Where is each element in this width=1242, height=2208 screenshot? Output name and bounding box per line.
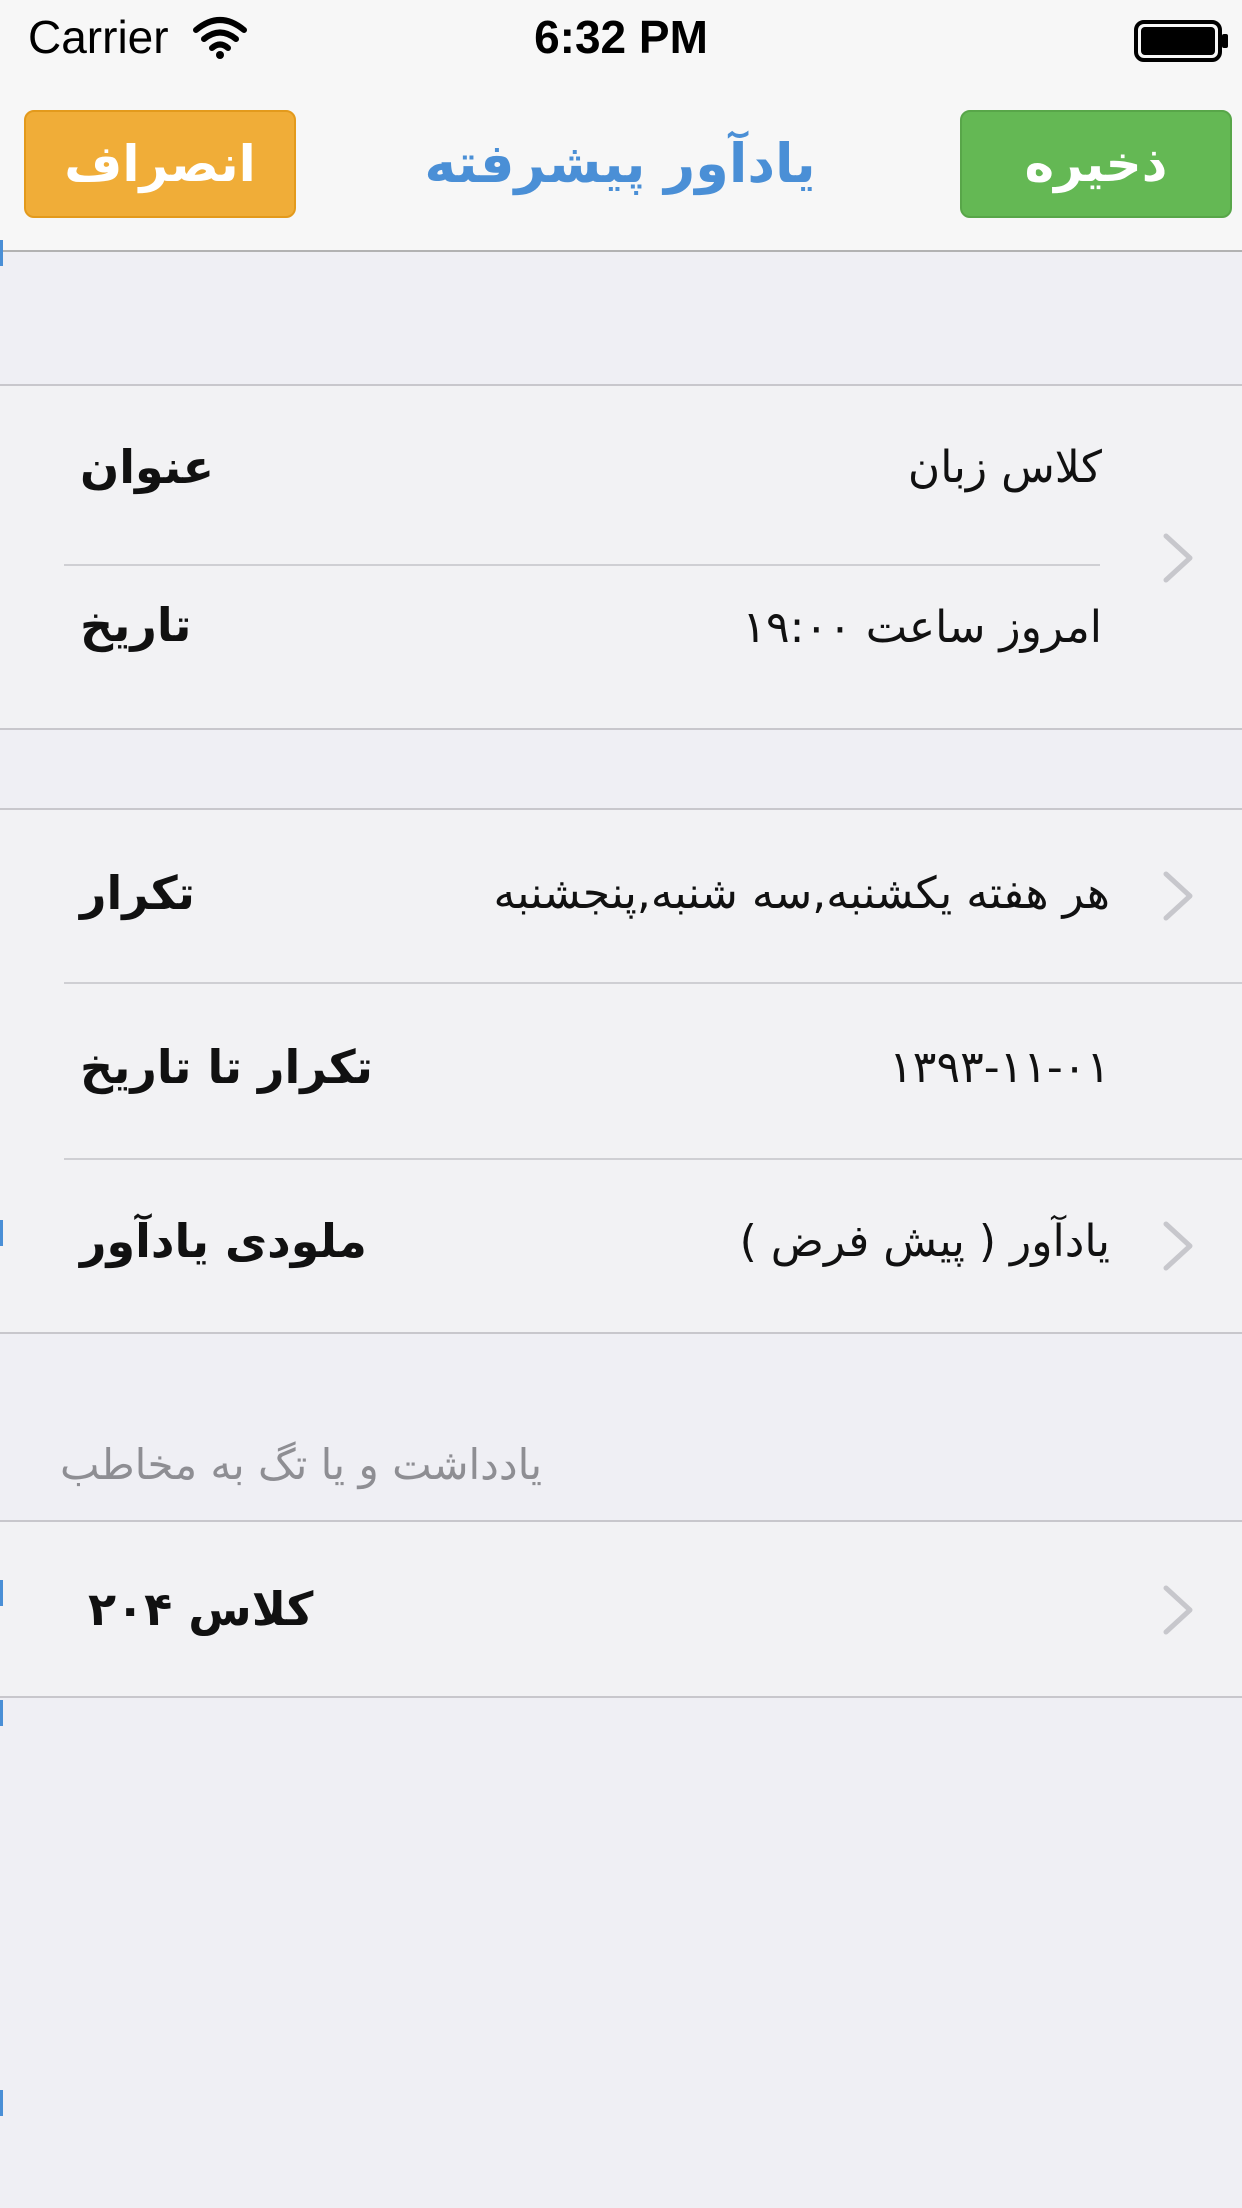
status-time: 6:32 PM: [534, 11, 708, 63]
repeat-value: هر هفته یکشنبه,سه شنبه,پنجشنبه: [493, 868, 1110, 919]
note-value: کلاس ۲۰۴: [88, 1582, 314, 1636]
date-value: امروز ساعت ۱۹:۰۰: [742, 602, 1102, 653]
chevron-right-icon: [1163, 533, 1193, 583]
edge-marker: [0, 2090, 3, 2116]
melody-label: ملودی یادآور: [80, 1214, 367, 1268]
title-label: عنوان: [80, 440, 215, 494]
chevron-right-icon: [1163, 871, 1193, 921]
repeat-until-label: تکرار تا تاریخ: [80, 1040, 373, 1094]
save-button[interactable]: ذخیره: [960, 110, 1232, 218]
navigation-bar: انصراف یادآور پیشرفته ذخیره: [0, 82, 1242, 252]
reminder-info-group: عنوان کلاس زبان تاریخ امروز ساعت ۱۹:۰۰: [0, 384, 1242, 730]
edge-marker: [0, 1580, 3, 1606]
title-row[interactable]: عنوان کلاس زبان: [0, 386, 1242, 556]
note-row[interactable]: کلاس ۲۰۴: [0, 1522, 1242, 1696]
date-row[interactable]: تاریخ امروز ساعت ۱۹:۰۰: [0, 566, 1242, 728]
repeat-row[interactable]: تکرار هر هفته یکشنبه,سه شنبه,پنجشنبه: [0, 810, 1242, 982]
page-title: یادآور پیشرفته: [424, 132, 816, 195]
status-bar: Carrier 6:32 PM: [0, 0, 1242, 82]
edge-marker: [0, 240, 3, 266]
repeat-label: تکرار: [80, 866, 195, 920]
melody-row[interactable]: ملودی یادآور یادآور ( پیش فرض ): [0, 1160, 1242, 1332]
notes-section-header: یادداشت و یا تگ به مخاطب: [60, 1440, 543, 1489]
repeat-until-row[interactable]: تکرار تا تاریخ ۱۳۹۳-۱۱-۰۱: [0, 984, 1242, 1158]
chevron-right-icon: [1163, 1585, 1193, 1635]
notes-group: کلاس ۲۰۴: [0, 1520, 1242, 1698]
chevron-right-icon: [1163, 1221, 1193, 1271]
cancel-button[interactable]: انصراف: [24, 110, 296, 218]
melody-value: یادآور ( پیش فرض ): [739, 1216, 1110, 1267]
date-label: تاریخ: [80, 598, 192, 652]
edge-marker: [0, 1700, 3, 1726]
repeat-until-value: ۱۳۹۳-۱۱-۰۱: [889, 1042, 1110, 1093]
repeat-settings-group: تکرار هر هفته یکشنبه,سه شنبه,پنجشنبه تکر…: [0, 808, 1242, 1334]
title-value: کلاس زبان: [907, 442, 1102, 493]
battery-icon: [1134, 20, 1228, 62]
edge-marker: [0, 1220, 3, 1246]
